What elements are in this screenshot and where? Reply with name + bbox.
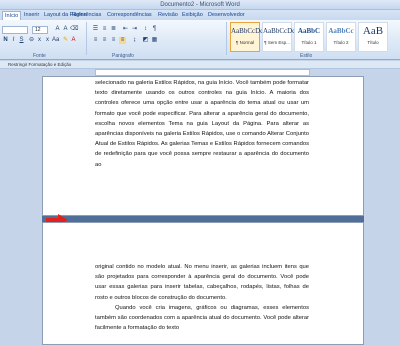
tab-correspondencias[interactable]: Correspondências: [107, 11, 152, 20]
separator: [86, 22, 87, 55]
shading-icon[interactable]: ◩: [142, 37, 149, 44]
style-no-spacing[interactable]: AaBbCcDc ¶ Sem Esp...: [262, 22, 296, 52]
numbering-icon[interactable]: ≡: [101, 26, 108, 33]
window-title: Documento2 - Microsoft Word: [160, 2, 240, 8]
tab-desenvolvedor[interactable]: Desenvolvedor: [208, 11, 245, 20]
paragraph: Quando você cria imagens, gráficos ou di…: [95, 304, 309, 332]
style-name: ¶ Sem Esp...: [264, 40, 290, 45]
style-heading-2[interactable]: AaBbCc Título 2: [326, 22, 356, 52]
clear-format-icon[interactable]: ⌫: [70, 26, 78, 33]
underline-button[interactable]: S: [18, 37, 25, 44]
style-name: ¶ Normal: [235, 40, 255, 45]
style-title[interactable]: AaB Título: [358, 22, 388, 52]
italic-button[interactable]: I: [10, 37, 17, 44]
highlight-icon[interactable]: ✎: [62, 37, 69, 44]
style-name: Título 1: [301, 40, 317, 45]
font-size-combo[interactable]: 12: [32, 26, 48, 34]
borders-icon[interactable]: ▦: [151, 37, 158, 44]
horizontal-ruler[interactable]: [95, 69, 310, 76]
shrink-font-icon[interactable]: A: [62, 26, 69, 33]
workspace-left: [0, 76, 42, 345]
bold-button[interactable]: N: [2, 37, 9, 44]
multilevel-icon[interactable]: ≣: [110, 26, 117, 33]
tab-revisao[interactable]: Revisão: [158, 11, 178, 20]
align-right-icon[interactable]: ≡: [110, 37, 117, 44]
tab-exibicao[interactable]: Exibição: [182, 11, 203, 20]
style-heading-1[interactable]: AaBbC Título 1: [294, 22, 324, 52]
page-1-body-text[interactable]: selecionado na galeria Estilos Rápidos, …: [95, 78, 309, 170]
paragraph: selecionado na galeria Estilos Rápidos, …: [95, 80, 309, 168]
decrease-indent-icon[interactable]: ⇤: [122, 26, 129, 33]
tab-inserir[interactable]: Inserir: [24, 11, 39, 20]
font-group-label: Fonte: [33, 53, 46, 59]
align-left-icon[interactable]: ≡: [92, 37, 99, 44]
grow-font-icon[interactable]: A: [54, 26, 61, 33]
title-bar: Documento2 - Microsoft Word: [0, 0, 400, 10]
style-name: Título 2: [333, 40, 349, 45]
separator: [226, 22, 227, 55]
superscript-icon[interactable]: x: [44, 37, 51, 44]
pilcrow-icon[interactable]: ¶: [151, 26, 158, 33]
increase-indent-icon[interactable]: ⇥: [131, 26, 138, 33]
protection-bar: Restringir Formatação e Edição: [0, 61, 400, 69]
align-center-icon[interactable]: ≡: [101, 37, 108, 44]
line-spacing-icon[interactable]: ↨: [131, 37, 138, 44]
bullets-icon[interactable]: ☰: [92, 26, 99, 33]
style-normal[interactable]: AaBbCcDc ¶ Normal: [230, 22, 264, 52]
style-sample: AaBbCcDc: [263, 27, 296, 35]
paragraph: original contido no modelo atual. No men…: [95, 264, 309, 301]
paragraph-group-label: Parágrafo: [112, 53, 134, 59]
styles-group-label: Estilo: [300, 53, 313, 59]
page-2-body-text[interactable]: original contido no modelo atual. No men…: [95, 262, 309, 333]
subscript-icon[interactable]: x: [36, 37, 43, 44]
tab-referencias[interactable]: Referências: [72, 11, 101, 20]
text-effects-icon[interactable]: Aa: [52, 37, 59, 44]
font-name-combo[interactable]: [2, 26, 28, 34]
restrict-formatting-label[interactable]: Restringir Formatação e Edição: [8, 61, 71, 69]
sort-icon[interactable]: ↕: [142, 26, 149, 33]
justify-icon[interactable]: ≡: [119, 37, 126, 44]
tab-inicio[interactable]: Início: [2, 11, 22, 20]
style-sample: AaB: [362, 25, 384, 37]
style-sample: AaBbCc: [328, 27, 354, 35]
ribbon: 12 A A ⌫ N I S ⊖ x x Aa ✎ A Fonte ☰ ≡ ≣ …: [0, 20, 400, 60]
style-sample: AaBbCcDc: [231, 27, 264, 35]
strikethrough-icon[interactable]: ⊖: [28, 37, 35, 44]
style-sample: AaBbC: [297, 27, 321, 35]
quick-styles-gallery: AaBbCcDc ¶ Normal AaBbCcDc ¶ Sem Esp... …: [230, 22, 392, 52]
style-name: Título: [367, 40, 379, 45]
ribbon-tabs: Início Inserir Layout da Página Referênc…: [0, 10, 400, 20]
font-color-icon[interactable]: A: [70, 37, 77, 44]
workspace-right: [364, 76, 400, 345]
